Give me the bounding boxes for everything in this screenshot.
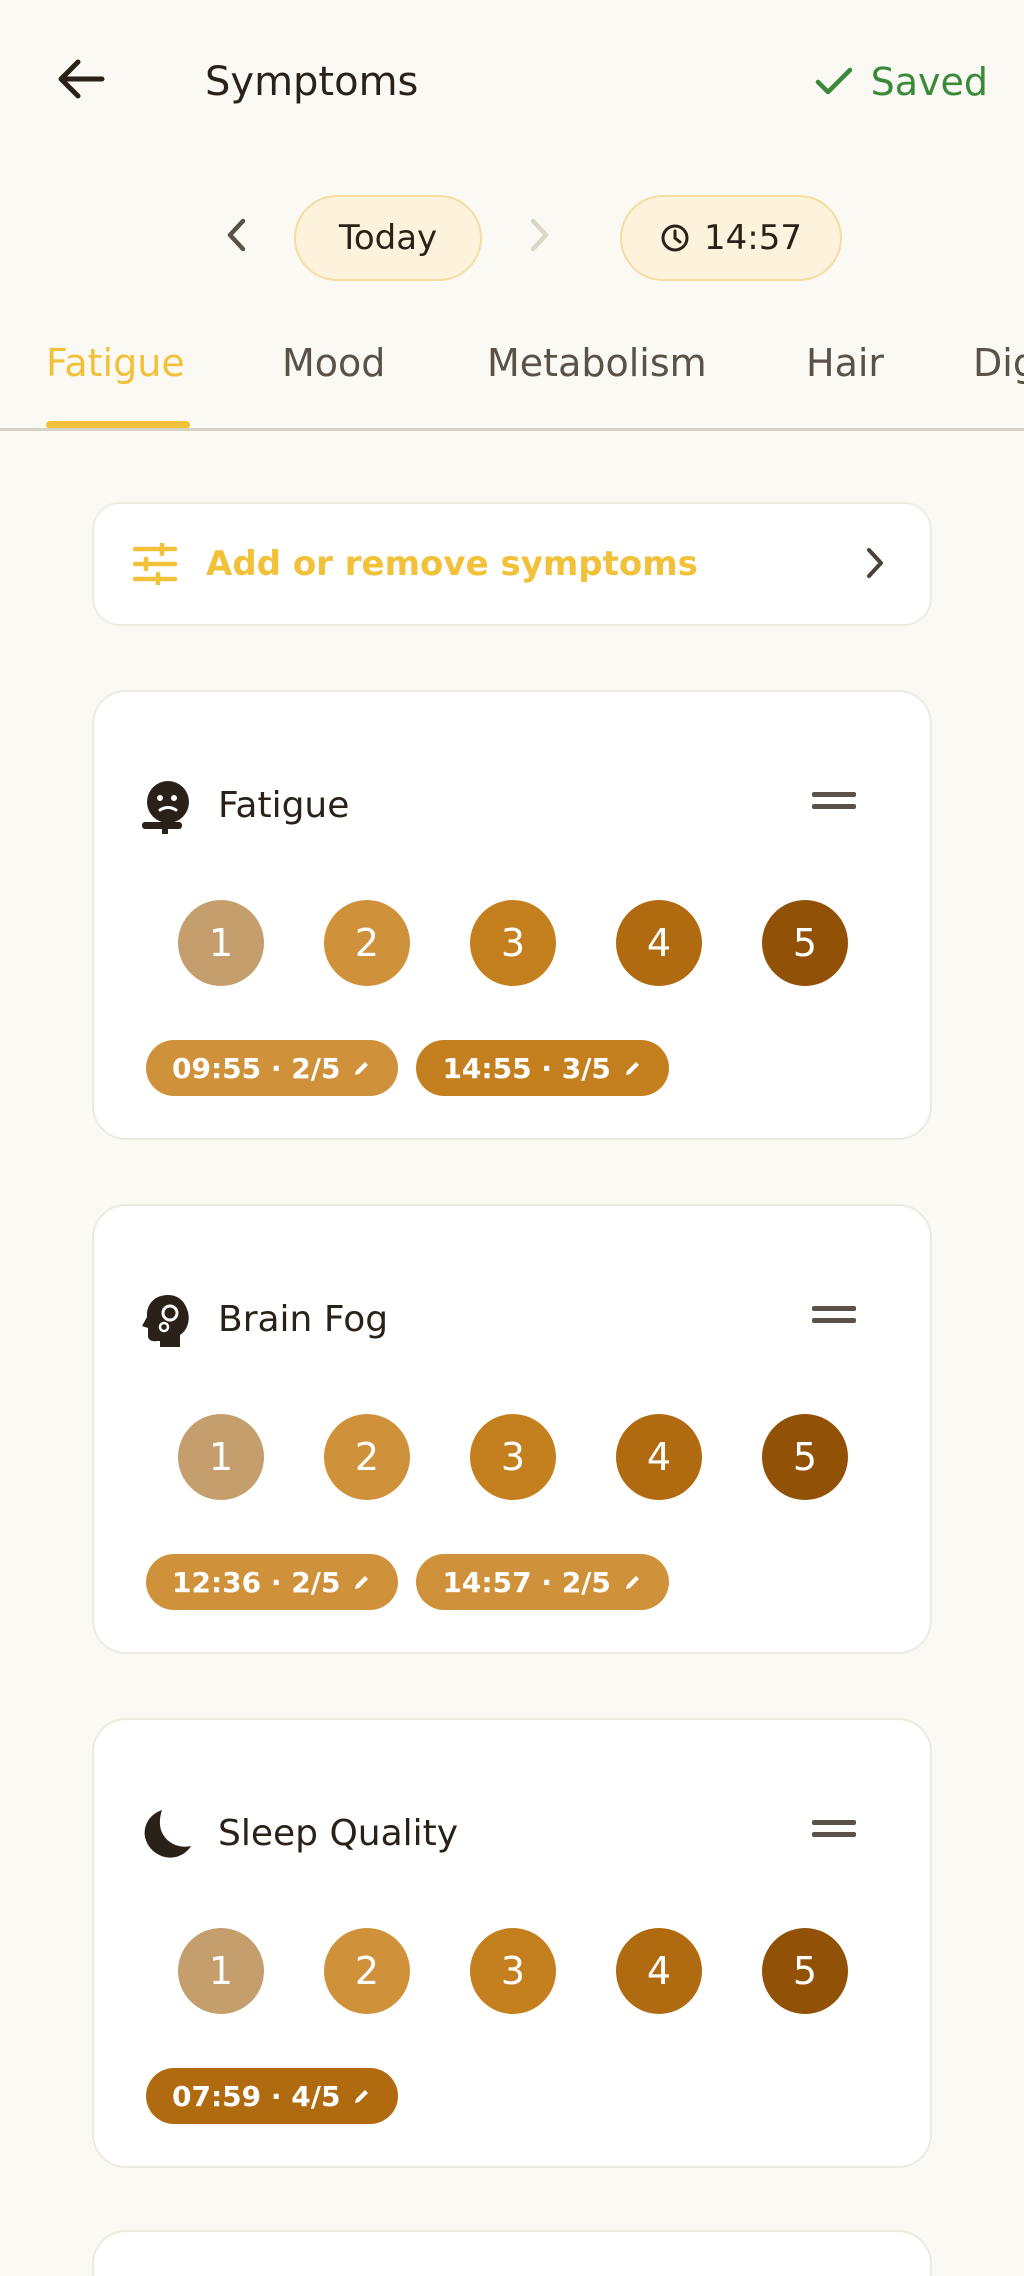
page-title: Symptoms — [205, 59, 419, 105]
symptom-name: Brain Fog — [218, 1299, 389, 1340]
severity-4-button[interactable]: 4 — [616, 900, 702, 986]
severity-2-button[interactable]: 2 — [324, 1928, 410, 2014]
severity-1-button[interactable]: 1 — [178, 1414, 264, 1500]
category-tabs: Fatigue Mood Metabolism Hair Dig — [0, 325, 1024, 431]
date-pill[interactable]: Today — [294, 195, 482, 281]
entry-label: 14:57 · 2/5 — [442, 1565, 611, 1599]
tab-metabolism[interactable]: Metabolism — [487, 339, 707, 387]
pencil-icon — [625, 1576, 639, 1589]
check-icon — [815, 67, 852, 95]
entry-list: 07:59 · 4/5 — [146, 2068, 399, 2124]
pencil-icon — [625, 1062, 639, 1075]
entry-chip[interactable]: 09:55 · 2/5 — [146, 1040, 399, 1096]
entry-chip[interactable]: 12:36 · 2/5 — [146, 1554, 399, 1610]
tab-digestion[interactable]: Dig — [973, 339, 1024, 387]
entry-chip[interactable]: 14:57 · 2/5 — [416, 1554, 669, 1610]
symptom-card-partial — [92, 2230, 932, 2276]
head-gears-icon — [142, 1295, 189, 1347]
arrow-left-icon — [58, 59, 105, 99]
saved-label: Saved — [870, 60, 988, 104]
pencil-icon — [355, 1062, 369, 1075]
tab-hair[interactable]: Hair — [806, 339, 884, 387]
entry-label: 07:59 · 4/5 — [172, 2079, 341, 2113]
tab-fatigue[interactable]: Fatigue — [46, 339, 185, 387]
severity-3-button[interactable]: 3 — [470, 1414, 556, 1500]
severity-5-button[interactable]: 5 — [762, 1928, 848, 2014]
severity-2-button[interactable]: 2 — [324, 900, 410, 986]
sliders-icon — [132, 543, 178, 585]
entry-label: 09:55 · 2/5 — [172, 1051, 341, 1085]
entry-chip[interactable]: 07:59 · 4/5 — [146, 2068, 399, 2124]
severity-2-button[interactable]: 2 — [324, 1414, 410, 1500]
severity-5-button[interactable]: 5 — [762, 900, 848, 986]
time-pill[interactable]: 14:57 — [620, 195, 842, 281]
drag-handle-icon[interactable] — [812, 1304, 856, 1326]
severity-1-button[interactable]: 1 — [178, 900, 264, 986]
saved-status: Saved — [815, 58, 988, 106]
tired-face-icon — [142, 781, 189, 834]
pencil-icon — [355, 2090, 369, 2103]
drag-handle-icon[interactable] — [812, 790, 856, 812]
active-tab-indicator — [46, 421, 190, 428]
entry-list: 09:55 · 2/5 14:55 · 3/5 — [146, 1040, 669, 1096]
symptom-card-fatigue: Fatigue 1 2 3 4 5 09:55 · 2/5 14:55 · 3/… — [92, 690, 932, 1140]
add-remove-symptoms-label: Add or remove symptoms — [206, 544, 698, 584]
severity-4-button[interactable]: 4 — [616, 1928, 702, 2014]
entry-label: 12:36 · 2/5 — [172, 1565, 341, 1599]
moon-icon — [144, 1810, 191, 1858]
pencil-icon — [355, 1576, 369, 1589]
top-bar: Symptoms Saved — [0, 0, 1024, 160]
date-selector: Today 14:57 — [0, 195, 1024, 285]
symptom-name: Fatigue — [218, 785, 350, 826]
tab-mood[interactable]: Mood — [282, 339, 385, 387]
symptom-card-brain-fog: Brain Fog 1 2 3 4 5 12:36 · 2/5 14:57 · … — [92, 1204, 932, 1654]
severity-3-button[interactable]: 3 — [470, 900, 556, 986]
symptom-name: Sleep Quality — [218, 1813, 459, 1854]
clock-icon — [661, 224, 689, 252]
back-button[interactable] — [48, 46, 114, 112]
drag-handle-icon[interactable] — [812, 1818, 856, 1840]
chevron-left-icon — [227, 218, 246, 252]
add-remove-symptoms-button[interactable]: Add or remove symptoms — [92, 502, 932, 626]
chevron-right-icon — [867, 548, 883, 578]
next-day-button[interactable] — [518, 213, 562, 257]
severity-3-button[interactable]: 3 — [470, 1928, 556, 2014]
symptom-card-sleep-quality: Sleep Quality 1 2 3 4 5 07:59 · 4/5 — [92, 1718, 932, 2168]
severity-4-button[interactable]: 4 — [616, 1414, 702, 1500]
previous-day-button[interactable] — [214, 213, 258, 257]
entry-label: 14:55 · 3/5 — [442, 1051, 611, 1085]
entry-chip[interactable]: 14:55 · 3/5 — [416, 1040, 669, 1096]
entry-list: 12:36 · 2/5 14:57 · 2/5 — [146, 1554, 669, 1610]
severity-5-button[interactable]: 5 — [762, 1414, 848, 1500]
severity-1-button[interactable]: 1 — [178, 1928, 264, 2014]
date-label: Today — [338, 218, 438, 258]
chevron-right-icon — [530, 218, 549, 252]
time-label: 14:57 — [704, 218, 802, 258]
